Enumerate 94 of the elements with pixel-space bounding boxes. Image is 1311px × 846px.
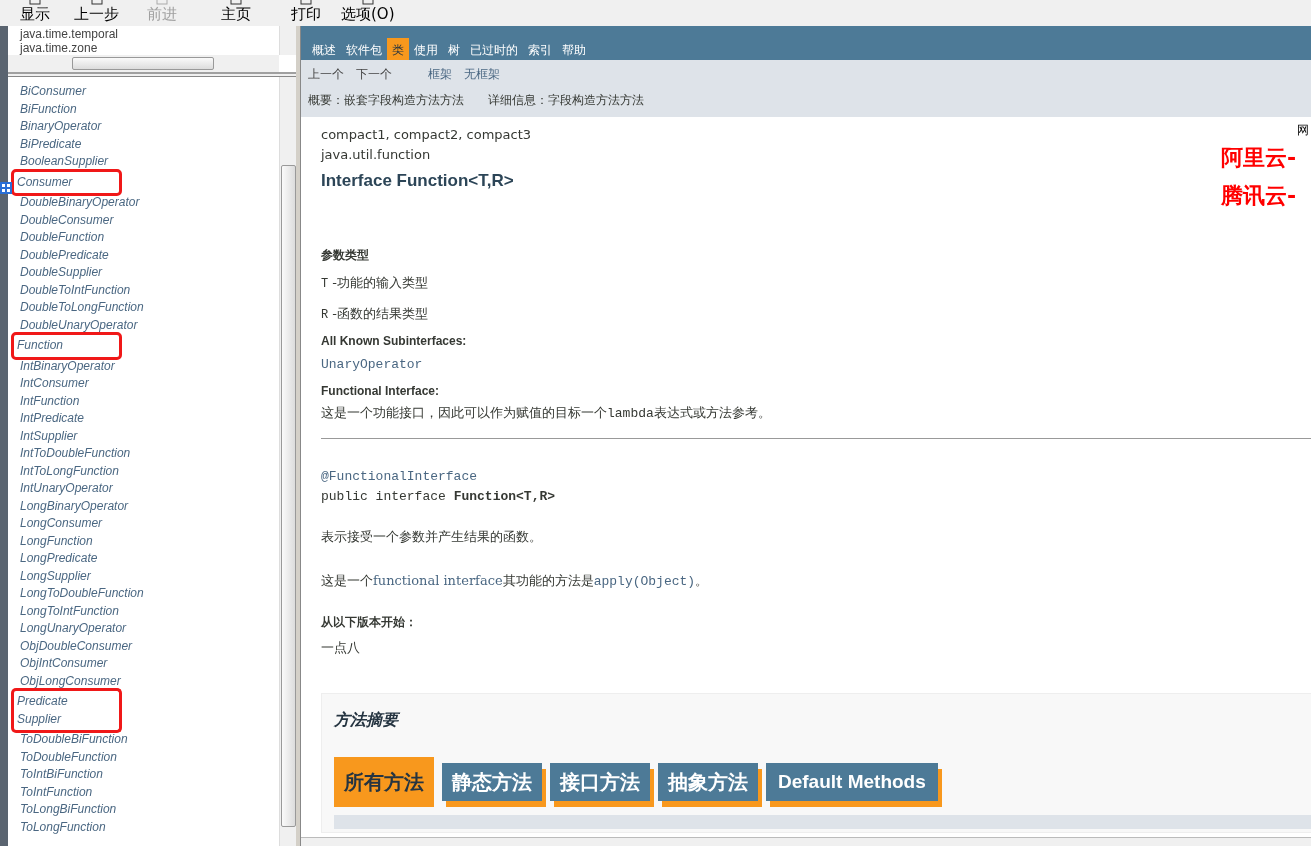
class-link[interactable]: IntPredicate (16, 410, 118, 428)
class-link[interactable]: DoubleToLongFunction (16, 299, 144, 317)
doc-link[interactable]: functional interface (373, 573, 503, 588)
class-link[interactable]: DoubleSupplier (16, 264, 118, 282)
class-link[interactable]: DoubleFunction (16, 229, 118, 247)
class-title: Interface Function<T,R> (321, 171, 514, 191)
description-text: 这是一个功能接口，因此可以作为赋值的目标一个lambda表达式或方法参考。 (321, 404, 771, 422)
nav-tab[interactable]: 软件包 (341, 38, 387, 60)
nav-link[interactable]: 无框架 (464, 65, 500, 83)
class-link[interactable]: Predicate (11, 688, 122, 711)
description-text: 这是一个functional interface其功能的方法是apply(Object)。 (321, 572, 709, 590)
package-link[interactable]: java.time.temporal (20, 27, 119, 41)
class-link[interactable]: ToIntBiFunction (16, 766, 118, 784)
class-link[interactable]: LongConsumer (16, 515, 118, 533)
class-link[interactable]: ToDoubleFunction (16, 748, 118, 766)
nav-tab[interactable]: 类 (387, 38, 409, 60)
toolbar-icon (26, 0, 44, 5)
class-link[interactable]: LongFunction (16, 532, 118, 550)
class-link[interactable]: ToIntFunction (16, 783, 118, 801)
class-link[interactable]: DoubleUnaryOperator (16, 316, 138, 334)
package-name: java.util.function (321, 146, 431, 164)
nav-link[interactable]: 框架 (428, 65, 452, 83)
class-link[interactable]: DoubleBinaryOperator (16, 194, 140, 212)
class-link[interactable]: IntToDoubleFunction (16, 445, 131, 463)
class-link[interactable]: IntConsumer (16, 375, 118, 393)
class-link[interactable]: LongUnaryOperator (16, 620, 127, 638)
nav-tab[interactable]: 使用 (409, 38, 443, 60)
package-link[interactable]: java.time.zone (20, 41, 98, 55)
section-label: All Known Subinterfaces: (321, 334, 467, 348)
class-link[interactable]: Consumer (11, 168, 122, 196)
toolbar-button[interactable]: 选项(O) (341, 0, 395, 26)
class-link[interactable]: DoubleConsumer (16, 211, 118, 229)
class-link[interactable]: IntBinaryOperator (16, 357, 118, 375)
nav-tab[interactable]: 帮助 (557, 38, 591, 60)
class-link[interactable]: LongBinaryOperator (16, 497, 129, 515)
summary-nav: 概要：嵌套字段构造方法方法 (308, 92, 464, 109)
class-link[interactable]: Supplier (11, 710, 122, 733)
class-link[interactable]: LongToDoubleFunction (16, 585, 144, 603)
ad-text: 网 (1297, 122, 1310, 139)
type-param: T -功能的输入类型 (321, 274, 429, 293)
class-link[interactable]: DoublePredicate (16, 246, 118, 264)
class-link[interactable]: BiPredicate (16, 135, 118, 153)
class-link[interactable]: IntUnaryOperator (16, 480, 118, 498)
class-link[interactable]: DoubleToIntFunction (16, 281, 131, 299)
method-tab[interactable]: 所有方法 (334, 757, 434, 807)
toolbar-button[interactable]: 打印 (291, 0, 321, 26)
section-label: 从以下版本开始： (321, 614, 417, 631)
toolbar-icon (227, 0, 245, 5)
section-title: 方法摘要 (334, 710, 401, 730)
ad-text: 阿里云- (1221, 144, 1298, 172)
toolbar-button[interactable]: 主页 (221, 0, 251, 26)
section-label: Functional Interface: (321, 384, 439, 398)
grid-icon[interactable] (0, 182, 12, 194)
class-link[interactable]: ObjDoubleConsumer (16, 637, 133, 655)
class-link[interactable]: LongSupplier (16, 567, 118, 585)
interface-link[interactable]: UnaryOperator (321, 357, 1311, 372)
nav-tab[interactable]: 树 (443, 38, 465, 60)
section-label: 参数类型 (321, 247, 369, 264)
scrollbar[interactable] (301, 837, 1311, 846)
toolbar-icon (297, 0, 315, 5)
nav-link[interactable]: 上一个 (308, 65, 344, 83)
type-param: R -函数的结果类型 (321, 305, 429, 324)
class-link[interactable]: ObjIntConsumer (16, 655, 118, 673)
ad-text: 腾讯云- (1221, 182, 1298, 210)
declaration-text: public interface Function<T,R> (321, 489, 556, 504)
class-link[interactable]: Function (11, 332, 122, 360)
detail-nav: 详细信息：字段构造方法方法 (488, 92, 644, 109)
class-link[interactable]: BiFunction (16, 100, 118, 118)
annotation-link[interactable]: @FunctionalInterface (321, 469, 1311, 484)
profile-text: compact1, compact2, compact3 (321, 126, 532, 144)
class-link[interactable]: ToLongBiFunction (16, 801, 118, 819)
class-link[interactable]: IntSupplier (16, 427, 118, 445)
class-link[interactable]: LongToIntFunction (16, 602, 119, 620)
nav-tab[interactable]: 概述 (307, 38, 341, 60)
class-link[interactable]: BooleanSupplier (16, 153, 118, 171)
scrollbar[interactable] (279, 26, 296, 55)
method-link[interactable]: apply(Object) (593, 574, 696, 589)
nav-tab[interactable]: 索引 (523, 38, 557, 60)
class-link[interactable]: IntToLongFunction (16, 462, 119, 480)
class-link[interactable]: IntFunction (16, 392, 118, 410)
class-link[interactable]: BinaryOperator (16, 118, 118, 136)
scrollbar[interactable] (8, 55, 279, 72)
class-link[interactable]: LongPredicate (16, 550, 118, 568)
since-value: 一点八 (321, 639, 360, 657)
nav-link[interactable]: 下一个 (356, 65, 392, 83)
class-link[interactable]: ObjLongConsumer (16, 672, 121, 690)
scrollbar[interactable] (279, 77, 296, 846)
toolbar-button[interactable]: 上一步 (74, 0, 119, 26)
class-link[interactable]: ToDoubleBiFunction (16, 731, 128, 749)
class-link[interactable]: ToLongFunction (16, 818, 118, 836)
description-text: 表示接受一个参数并产生结果的函数。 (321, 528, 542, 546)
class-link[interactable]: BiConsumer (16, 83, 118, 101)
nav-tab[interactable]: 已过时的 (465, 38, 523, 60)
toolbar-button[interactable]: 显示 (20, 0, 50, 26)
